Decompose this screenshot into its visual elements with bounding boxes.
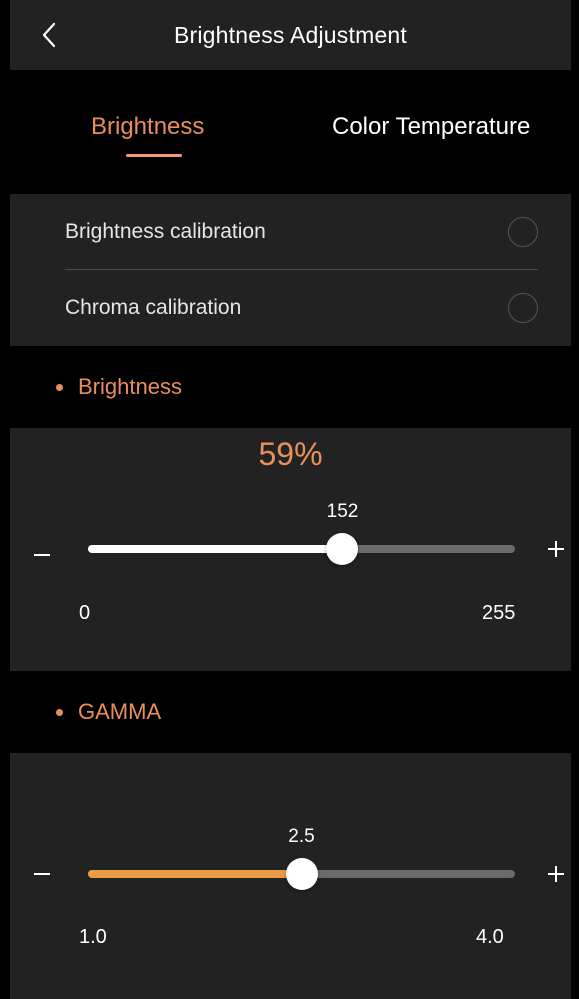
brightness-percent: 59% [258,436,323,472]
tab-color-temperature[interactable]: Color Temperature [332,113,530,141]
bullet-dot-icon [56,383,63,391]
gamma-slider-value: 2.5 [288,826,315,847]
brightness-calibration-radio[interactable] [508,216,538,247]
chroma-calibration-radio[interactable] [508,293,538,323]
brightness-slider-fill [88,545,343,553]
gamma-slider[interactable] [88,858,515,890]
tab-bar: Brightness Color Temperature [10,70,571,194]
content-area: Brightness Adjustment Brightness Color T… [10,0,571,999]
brightness-increase-button[interactable] [548,541,564,557]
page-title: Brightness Adjustment [173,22,408,48]
gamma-min-label: 1.0 [79,926,107,948]
chroma-calibration-label: Chroma calibration [65,296,242,319]
tab-brightness[interactable]: Brightness [91,113,204,141]
gamma-slider-thumb[interactable] [285,858,318,890]
chroma-calibration-option[interactable]: Chroma calibration [65,270,538,346]
brightness-slider[interactable] [88,533,515,565]
brightness-min-label: 0 [79,602,91,624]
gamma-decrease-button[interactable] [34,873,50,875]
gamma-section-header: GAMMA [10,671,571,753]
gamma-max-label: 4.0 [476,926,504,948]
app-screen: Brightness Adjustment Brightness Color T… [0,0,579,999]
brightness-section-header: Brightness [10,346,571,428]
active-tab-indicator [126,154,182,157]
bullet-dot-icon [56,708,63,716]
calibration-list: Brightness calibration Chroma calibratio… [10,194,571,346]
brightness-calibration-label: Brightness calibration [65,219,266,243]
brightness-slider-value: 152 [326,501,359,522]
nav-bar: Brightness Adjustment [10,0,571,70]
gamma-increase-button[interactable] [548,866,564,882]
brightness-section-title: Brightness [78,374,182,399]
gamma-panel: 2.5 1.0 4.0 [10,753,571,999]
gamma-slider-fill [88,870,302,878]
brightness-slider-thumb[interactable] [326,533,359,565]
brightness-panel: 59% 152 0 255 [10,428,571,671]
brightness-decrease-button[interactable] [34,554,50,556]
gamma-section-title: GAMMA [78,699,162,724]
brightness-max-label: 255 [482,602,516,624]
brightness-calibration-option[interactable]: Brightness calibration [65,194,538,270]
